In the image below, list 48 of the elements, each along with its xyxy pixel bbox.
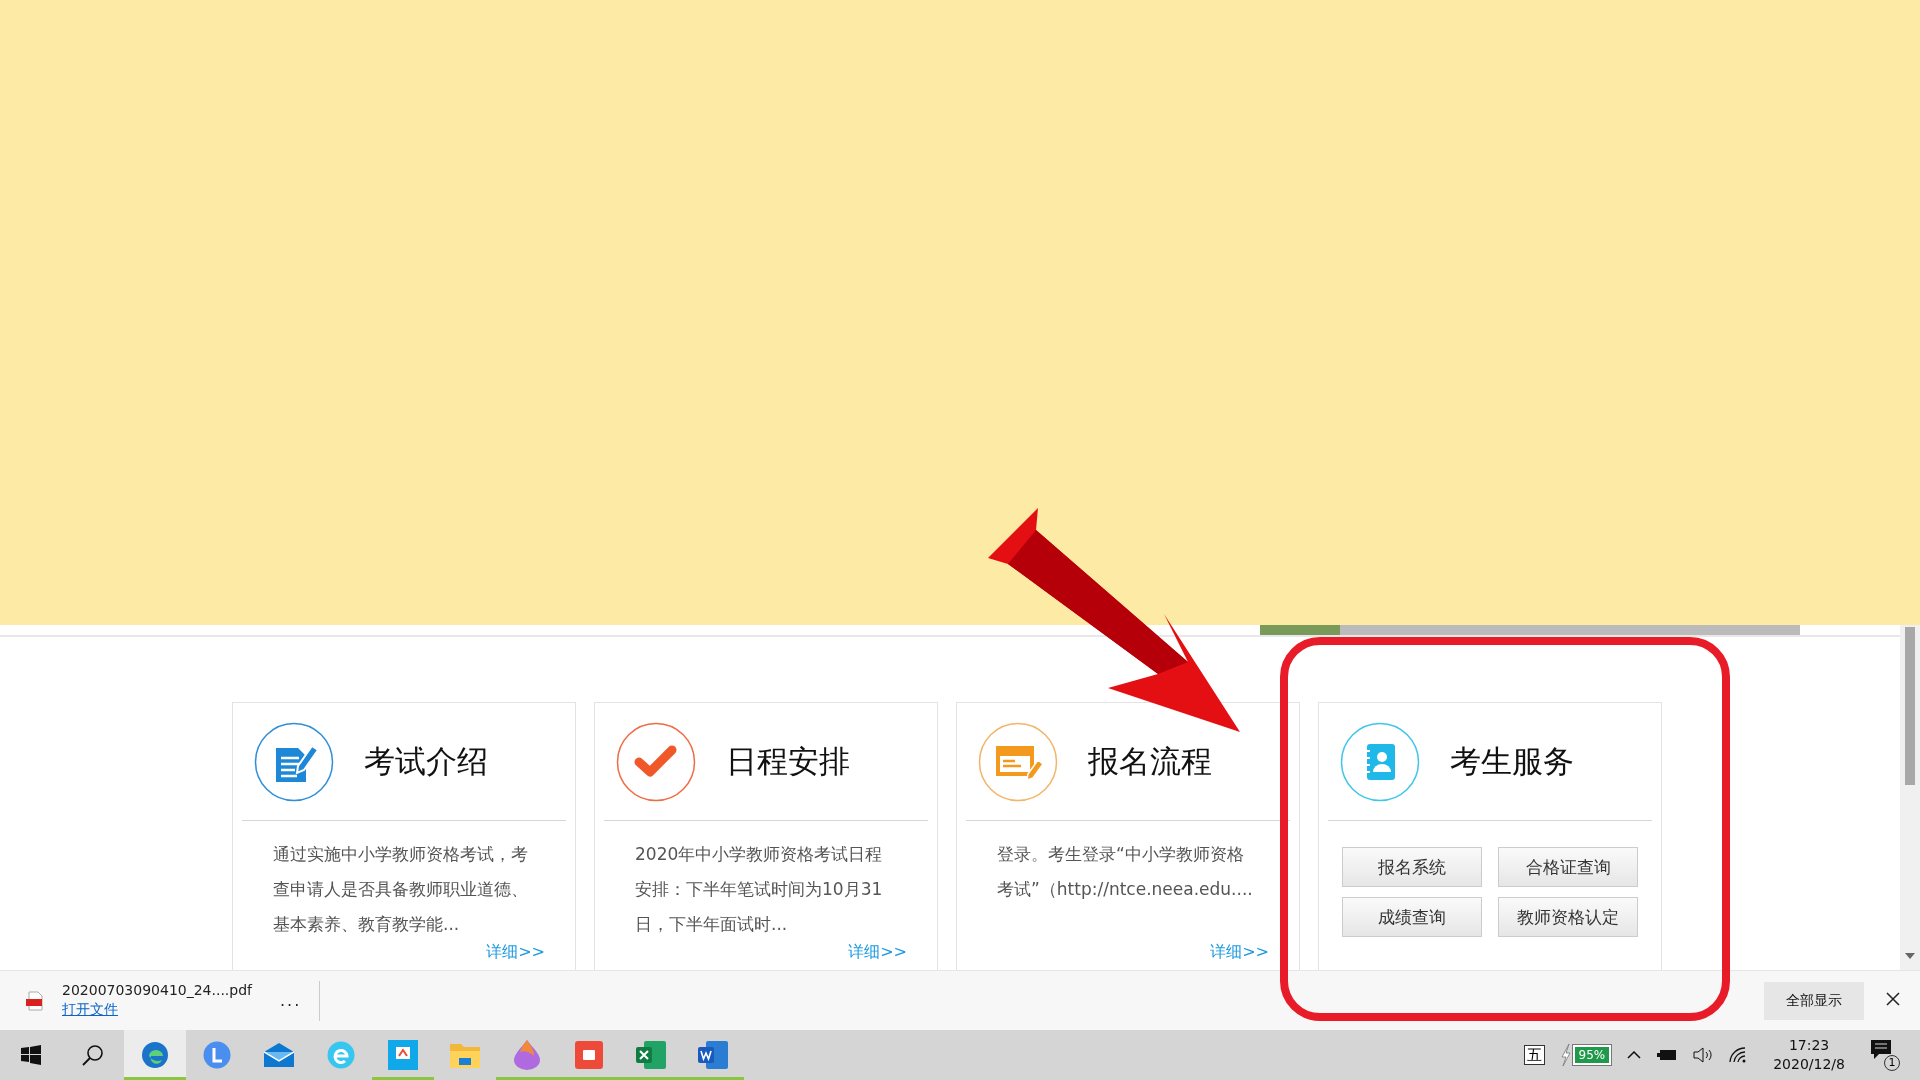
show-all-button[interactable]: 全部显示 [1764, 981, 1864, 1020]
file-name: 20200703090410_24....pdf [62, 982, 253, 998]
battery-percentage[interactable]: 95% [1572, 1045, 1612, 1065]
card-title: 日程安排 [726, 741, 850, 781]
more-options-button[interactable]: ... [280, 991, 302, 1010]
contact-book-icon [1340, 721, 1420, 802]
scrollbar-thumb[interactable] [1905, 627, 1915, 785]
mail-icon [264, 1043, 294, 1067]
message-icon [1871, 1039, 1891, 1060]
clock-time: 17:23 [1788, 1036, 1830, 1055]
chevron-up-icon[interactable] [1627, 1051, 1642, 1059]
card-description: 通过实施中小学教师资格考试，考查申请人是否具备教师职业道德、基本素养、教育教学能... [273, 843, 529, 936]
input-method-indicator[interactable]: 五 [1523, 1045, 1545, 1065]
notification-center-button[interactable]: 1 [1871, 1039, 1900, 1071]
excel-icon [636, 1041, 666, 1069]
browser-e-icon [327, 1041, 355, 1069]
notification-count: 1 [1884, 1054, 1900, 1071]
service-button[interactable]: 合格证查询 [1498, 847, 1638, 887]
search-icon [82, 1044, 104, 1066]
scrollbar[interactable] [1900, 625, 1920, 970]
card-title: 考试介绍 [364, 741, 488, 781]
checkmark-icon [616, 721, 696, 802]
folder-icon [450, 1042, 480, 1068]
service-button[interactable]: 教师资格认定 [1498, 897, 1638, 937]
windows-logo-icon [21, 1045, 41, 1065]
scroll-down-icon[interactable] [1904, 952, 1916, 960]
word-icon [698, 1041, 728, 1069]
speaker-icon[interactable] [1693, 1047, 1714, 1063]
service-button[interactable]: 成绩查询 [1342, 897, 1482, 937]
open-file-link[interactable]: 打开文件 [62, 1001, 253, 1019]
service-button[interactable]: 报名系统 [1342, 847, 1482, 887]
form-pencil-icon [978, 721, 1058, 802]
close-icon [1886, 992, 1900, 1006]
card-title: 考生服务 [1450, 741, 1574, 781]
letter-l-app-icon [203, 1041, 231, 1069]
pdf-file-icon [26, 990, 44, 1011]
square-app-icon [388, 1040, 418, 1070]
battery-icon[interactable] [1657, 1049, 1678, 1061]
color-drop-icon [514, 1040, 540, 1070]
card-description: 2020年中小学教师资格考试日程安排：下半年笔试时间为10月31日，下半年面试时... [635, 843, 884, 936]
card-description: 登录。考生登录“中小学教师资格考试”（http://ntce.neea.edu.... [997, 843, 1254, 901]
edge-browser-icon [141, 1041, 169, 1069]
document-pencil-icon [254, 721, 334, 802]
wifi-icon[interactable] [1729, 1047, 1748, 1063]
clock[interactable]: 17:23 2020/12/8 [1773, 1036, 1845, 1074]
clock-date: 2020/12/8 [1773, 1055, 1845, 1074]
camera-app-icon [575, 1041, 603, 1069]
card-title: 报名流程 [1088, 741, 1212, 781]
